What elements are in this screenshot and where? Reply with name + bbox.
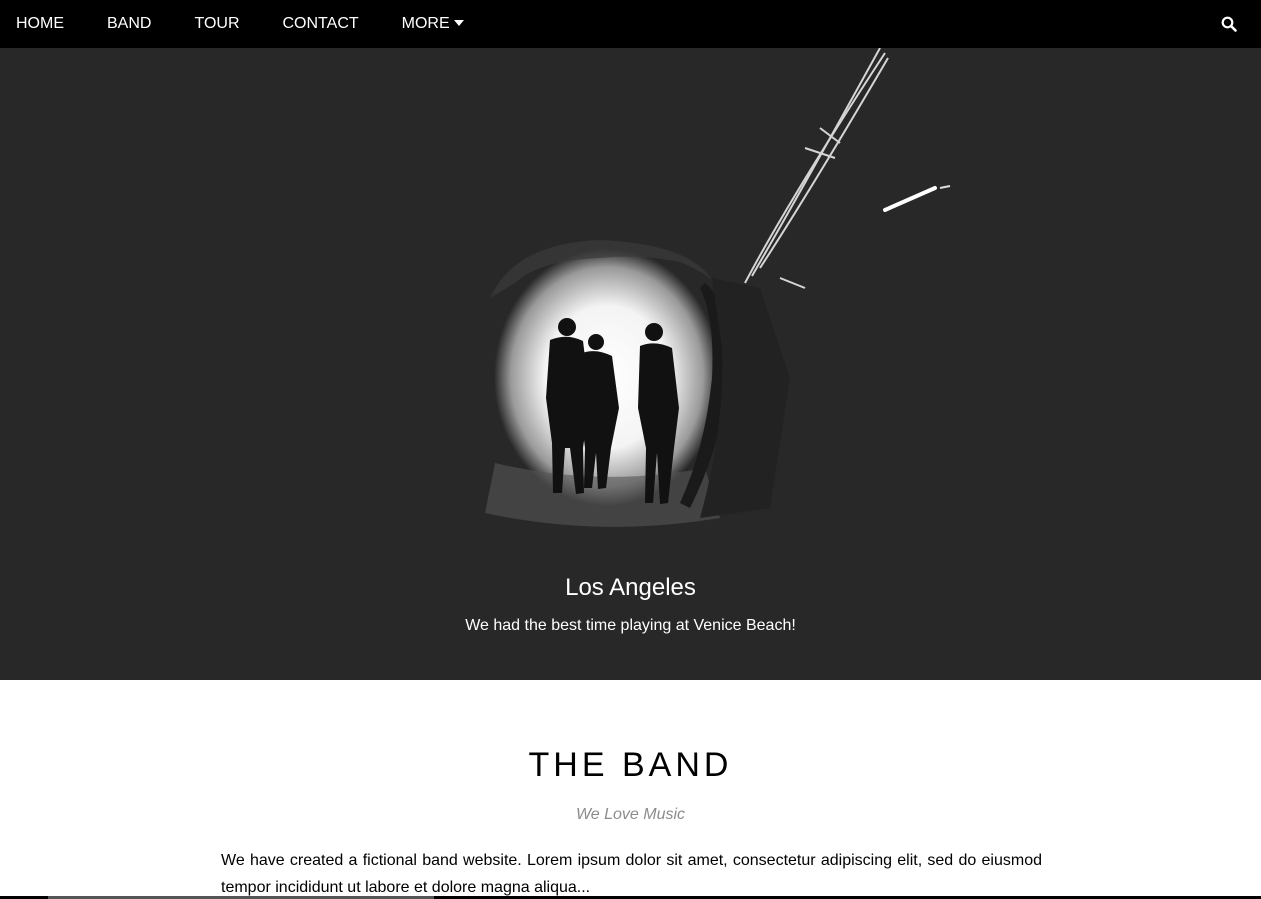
- band-heading: THE BAND: [528, 746, 733, 784]
- hero-caption: Los Angeles We had the best time playing…: [0, 572, 1261, 637]
- nav-item-tour-label: TOUR: [194, 15, 240, 32]
- hero-photo: [485, 48, 951, 527]
- nav-item-contact[interactable]: CONTACT: [267, 0, 375, 48]
- hero-slide: Los Angeles We had the best time playing…: [0, 48, 1261, 680]
- caret-down-icon: [453, 20, 464, 26]
- band-description: We have created a fictional band website…: [221, 852, 1042, 896]
- hero-subtitle: We had the best time playing at Venice B…: [465, 617, 796, 634]
- nav-item-home[interactable]: HOME: [0, 0, 80, 48]
- nav-item-more-dropdown[interactable]: MORE: [386, 0, 480, 48]
- nav-item-tour[interactable]: TOUR: [178, 0, 255, 48]
- hero-title: Los Angeles: [565, 574, 696, 601]
- nav-item-more-label: MORE: [401, 15, 450, 32]
- nav-menu: HOME BAND TOUR CONTACT MORE: [0, 0, 480, 48]
- band-tagline: We Love Music: [575, 806, 686, 823]
- nav-item-band[interactable]: BAND: [91, 0, 167, 48]
- search-icon: [1221, 16, 1237, 32]
- search-button[interactable]: [1213, 0, 1245, 48]
- nav-item-home-label: HOME: [16, 15, 64, 32]
- nav-item-contact-label: CONTACT: [282, 15, 359, 32]
- top-navbar: HOME BAND TOUR CONTACT MORE: [0, 0, 1261, 48]
- band-section: THE BAND We Love Music We have created a…: [0, 680, 1261, 899]
- nav-item-band-label: BAND: [107, 15, 152, 32]
